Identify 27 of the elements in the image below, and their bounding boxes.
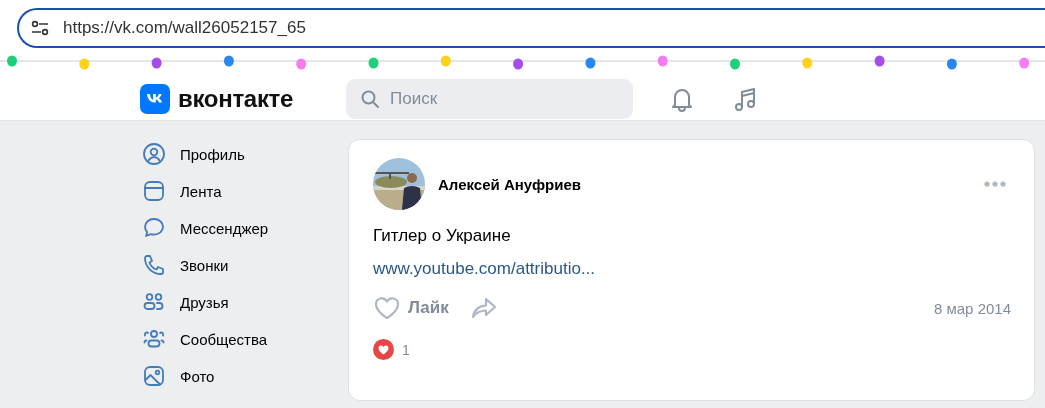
heart-icon: [373, 295, 401, 321]
search-icon: [360, 88, 380, 109]
sidebar-item[interactable]: Звонки: [142, 253, 229, 277]
speech-bubble-icon: [142, 216, 166, 240]
phone-icon: [142, 253, 166, 277]
heart-reaction-icon: [373, 339, 394, 360]
window-icon: [142, 179, 166, 203]
logo-text[interactable]: вконтакте: [178, 84, 294, 113]
sidebar-item[interactable]: Фото: [142, 364, 215, 388]
more-icon[interactable]: [984, 181, 1006, 187]
post-text: Гитлер о Украине: [373, 226, 512, 246]
logo-icon[interactable]: [140, 83, 170, 114]
sidebar-item[interactable]: Лента: [142, 179, 222, 203]
tune-icon[interactable]: [31, 19, 49, 36]
share-icon[interactable]: [470, 297, 497, 319]
post-date[interactable]: 8 мар 2014: [933, 299, 1011, 317]
user-circle-icon: [142, 142, 166, 166]
search-field[interactable]: Поиск: [346, 78, 633, 119]
sidebar-item[interactable]: Друзья: [142, 290, 229, 314]
sidebar-item[interactable]: Профиль: [142, 142, 245, 166]
author-name[interactable]: Алексей Ануфриев: [438, 175, 984, 193]
sidebar-item[interactable]: Сообщества: [142, 327, 268, 351]
address-field[interactable]: https://vk.com/wall26052157_65: [17, 7, 1045, 48]
reaction-count: 1: [402, 341, 410, 358]
sidebar-item[interactable]: Мессенджер: [142, 216, 269, 240]
post-link[interactable]: www.youtube.com/attributio...: [373, 259, 596, 279]
image-icon: [142, 364, 166, 388]
